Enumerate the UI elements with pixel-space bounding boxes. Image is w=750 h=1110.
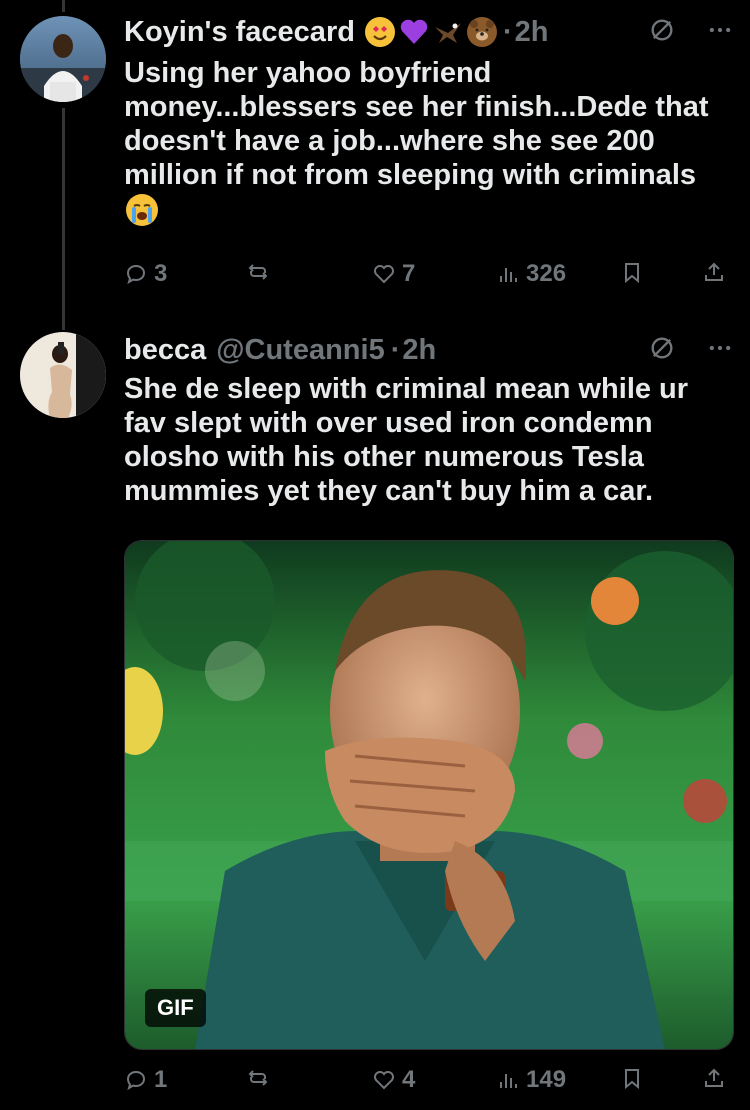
separator-dot: · — [390, 333, 401, 366]
bear-emoji-icon — [466, 17, 497, 47]
share-button[interactable] — [702, 260, 726, 284]
avatar[interactable] — [20, 332, 106, 418]
tweet-header: becca @Cuteanni5 · 2h — [124, 332, 436, 368]
repost-icon — [248, 264, 268, 280]
views-button[interactable]: 326 — [496, 260, 566, 288]
like-count: 4 — [402, 1066, 416, 1093]
avatar-photo — [20, 332, 106, 418]
bookmark-icon — [625, 263, 639, 284]
repost-icon — [248, 1070, 268, 1086]
tweet-text-content: Using her yahoo boyfriend money...blesse… — [124, 57, 709, 191]
bookmark-button[interactable] — [620, 260, 644, 284]
separator-dot: · — [502, 15, 513, 48]
grok-icon[interactable] — [648, 334, 676, 367]
like-count: 7 — [402, 260, 416, 287]
purple-heart-emoji-icon — [399, 17, 429, 47]
like-button[interactable]: 7 — [372, 260, 415, 288]
reply-icon — [126, 1070, 146, 1091]
eagle-emoji-icon — [433, 17, 463, 47]
tweet-text-content: She de sleep with criminal mean while ur… — [124, 373, 689, 507]
repost-button[interactable] — [246, 1066, 276, 1090]
reply-button[interactable]: 1 — [124, 1066, 167, 1094]
views-count: 149 — [526, 1066, 567, 1093]
gif-image — [125, 541, 733, 1049]
tweet-actions: 1 4 149 — [124, 1066, 724, 1098]
tweet-top-actions — [648, 334, 734, 367]
handle[interactable]: @Cuteanni5 — [216, 334, 384, 367]
reply-icon — [126, 264, 146, 285]
grok-icon[interactable] — [648, 16, 676, 49]
views-icon — [500, 268, 517, 282]
loudly-crying-emoji-icon — [126, 194, 158, 227]
timestamp[interactable]: 2h — [515, 16, 549, 49]
views-icon — [500, 1074, 517, 1088]
reply-count: 1 — [154, 1066, 168, 1093]
thread-line-tweet1 — [62, 108, 65, 330]
like-icon — [374, 265, 394, 284]
repost-button[interactable] — [246, 260, 276, 284]
like-icon — [374, 1071, 394, 1090]
share-icon — [705, 262, 723, 281]
tweet-text: She de sleep with criminal mean while ur… — [124, 372, 724, 508]
bookmark-button[interactable] — [620, 1066, 644, 1090]
views-count: 326 — [526, 260, 567, 287]
avatar-photo — [20, 16, 106, 102]
avatar[interactable] — [20, 16, 106, 102]
thread-line-top — [62, 0, 65, 12]
display-name[interactable]: Koyin's facecard — [124, 16, 355, 49]
display-name[interactable]: becca — [124, 334, 206, 367]
like-button[interactable]: 4 — [372, 1066, 415, 1094]
views-button[interactable]: 149 — [496, 1066, 566, 1094]
more-icon[interactable] — [706, 334, 734, 367]
tweet-actions: 3 7 326 — [124, 260, 724, 292]
reply-button[interactable]: 3 — [124, 260, 167, 288]
tweet-header: Koyin's facecard · 2h — [124, 14, 548, 50]
share-button[interactable] — [702, 1066, 726, 1090]
more-icon[interactable] — [706, 16, 734, 49]
bookmark-icon — [625, 1069, 639, 1090]
reply-count: 3 — [154, 260, 168, 287]
heart-eyes-emoji-icon — [364, 17, 395, 47]
gif-badge: GIF — [145, 989, 206, 1027]
share-icon — [705, 1068, 723, 1087]
tweet-text: Using her yahoo boyfriend money...blesse… — [124, 56, 724, 227]
gif-media[interactable]: GIF — [124, 540, 734, 1050]
timestamp[interactable]: 2h — [402, 334, 436, 367]
tweet-top-actions — [648, 16, 734, 49]
